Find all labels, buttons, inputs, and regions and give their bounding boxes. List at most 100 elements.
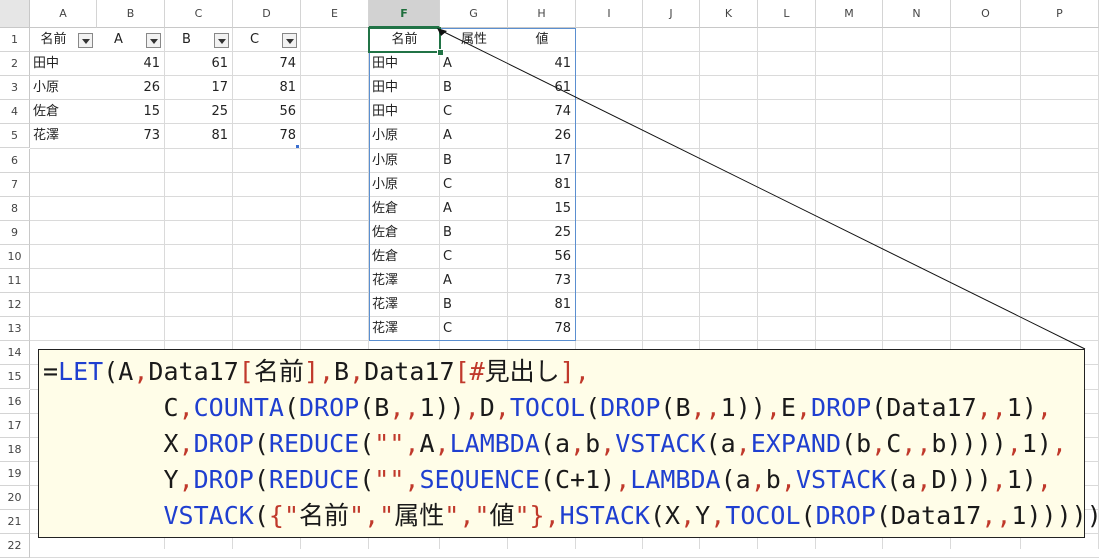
result-attr-cell[interactable]: A xyxy=(440,124,508,148)
result-value-cell[interactable]: 81 xyxy=(508,293,576,317)
select-all-corner[interactable] xyxy=(0,0,30,28)
row-header-12[interactable]: 12 xyxy=(0,293,30,318)
column-header-d[interactable]: D xyxy=(233,0,301,28)
row-header-3[interactable]: 3 xyxy=(0,76,30,101)
result-value-cell[interactable]: 41 xyxy=(508,52,576,76)
row-header-14[interactable]: 14 xyxy=(0,341,30,366)
result-value-cell[interactable]: 56 xyxy=(508,245,576,269)
filter-dropdown-icon[interactable] xyxy=(282,33,297,48)
filter-dropdown-icon[interactable] xyxy=(214,33,229,48)
result-name-cell[interactable]: 小原 xyxy=(369,124,440,148)
column-header-l[interactable]: L xyxy=(758,0,816,28)
column-header-f[interactable]: F xyxy=(369,0,440,28)
row-header-4[interactable]: 4 xyxy=(0,100,30,125)
result-value-cell[interactable]: 81 xyxy=(508,173,576,197)
row-header-15[interactable]: 15 xyxy=(0,365,30,390)
result-value-cell[interactable]: 78 xyxy=(508,317,576,341)
result-attr-cell[interactable]: B xyxy=(440,149,508,173)
result-name-cell[interactable]: 田中 xyxy=(369,52,440,76)
row-header-7[interactable]: 7 xyxy=(0,172,30,197)
active-cell-f1[interactable] xyxy=(368,27,441,54)
source-name-cell[interactable]: 田中 xyxy=(30,52,97,76)
row-header-8[interactable]: 8 xyxy=(0,196,30,221)
result-value-cell[interactable]: 73 xyxy=(508,269,576,293)
column-header-c[interactable]: C xyxy=(165,0,233,28)
result-attr-cell[interactable]: B xyxy=(440,76,508,100)
source-value-cell[interactable]: 56 xyxy=(233,100,301,124)
result-attr-cell[interactable]: A xyxy=(440,197,508,221)
column-header-n[interactable]: N xyxy=(883,0,951,28)
source-value-cell[interactable]: 73 xyxy=(97,124,165,148)
column-header-b[interactable]: B xyxy=(97,0,165,28)
row-header-20[interactable]: 20 xyxy=(0,485,30,510)
source-header-c[interactable]: C xyxy=(233,28,281,52)
result-attr-cell[interactable]: C xyxy=(440,317,508,341)
source-header-name[interactable]: 名前 xyxy=(30,28,77,52)
result-name-cell[interactable]: 花澤 xyxy=(369,293,440,317)
result-name-cell[interactable]: 花澤 xyxy=(369,269,440,293)
result-name-cell[interactable]: 佐倉 xyxy=(369,245,440,269)
result-attr-cell[interactable]: C xyxy=(440,100,508,124)
row-header-22[interactable]: 22 xyxy=(0,534,30,558)
source-name-cell[interactable]: 佐倉 xyxy=(30,100,97,124)
row-header-6[interactable]: 6 xyxy=(0,148,30,173)
column-header-m[interactable]: M xyxy=(816,0,883,28)
result-header-cell[interactable]: 値 xyxy=(508,28,576,52)
row-header-9[interactable]: 9 xyxy=(0,220,30,245)
row-header-18[interactable]: 18 xyxy=(0,437,30,462)
result-name-cell[interactable]: 田中 xyxy=(369,100,440,124)
row-header-2[interactable]: 2 xyxy=(0,52,30,77)
column-header-e[interactable]: E xyxy=(301,0,369,28)
source-value-cell[interactable]: 25 xyxy=(165,100,233,124)
source-name-cell[interactable]: 小原 xyxy=(30,76,97,100)
result-name-cell[interactable]: 佐倉 xyxy=(369,221,440,245)
source-value-cell[interactable]: 81 xyxy=(233,76,301,100)
source-header-a[interactable]: A xyxy=(97,28,145,52)
row-header-11[interactable]: 11 xyxy=(0,269,30,294)
row-header-17[interactable]: 17 xyxy=(0,413,30,438)
source-value-cell[interactable]: 78 xyxy=(233,124,301,148)
source-value-cell[interactable]: 26 xyxy=(97,76,165,100)
result-attr-cell[interactable]: B xyxy=(440,221,508,245)
result-header-cell[interactable]: 属性 xyxy=(440,28,508,52)
fill-handle[interactable] xyxy=(437,49,444,57)
source-value-cell[interactable]: 74 xyxy=(233,52,301,76)
source-header-b[interactable]: B xyxy=(165,28,213,52)
source-value-cell[interactable]: 61 xyxy=(165,52,233,76)
source-value-cell[interactable]: 41 xyxy=(97,52,165,76)
result-name-cell[interactable]: 花澤 xyxy=(369,317,440,341)
result-attr-cell[interactable]: A xyxy=(440,52,508,76)
column-header-a[interactable]: A xyxy=(30,0,97,28)
source-name-cell[interactable]: 花澤 xyxy=(30,124,97,148)
column-header-g[interactable]: G xyxy=(440,0,508,28)
column-header-k[interactable]: K xyxy=(700,0,758,28)
row-header-19[interactable]: 19 xyxy=(0,461,30,486)
result-attr-cell[interactable]: C xyxy=(440,173,508,197)
table-resize-handle[interactable] xyxy=(296,144,299,148)
result-value-cell[interactable]: 74 xyxy=(508,100,576,124)
result-attr-cell[interactable]: C xyxy=(440,245,508,269)
result-name-cell[interactable]: 小原 xyxy=(369,149,440,173)
source-value-cell[interactable]: 15 xyxy=(97,100,165,124)
result-name-cell[interactable]: 田中 xyxy=(369,76,440,100)
source-value-cell[interactable]: 17 xyxy=(165,76,233,100)
result-attr-cell[interactable]: B xyxy=(440,293,508,317)
column-header-j[interactable]: J xyxy=(643,0,700,28)
column-header-o[interactable]: O xyxy=(951,0,1021,28)
row-header-5[interactable]: 5 xyxy=(0,124,30,149)
row-header-16[interactable]: 16 xyxy=(0,389,30,414)
filter-dropdown-icon[interactable] xyxy=(78,33,93,48)
result-name-cell[interactable]: 佐倉 xyxy=(369,197,440,221)
column-header-h[interactable]: H xyxy=(508,0,576,28)
result-value-cell[interactable]: 25 xyxy=(508,221,576,245)
result-attr-cell[interactable]: A xyxy=(440,269,508,293)
result-value-cell[interactable]: 17 xyxy=(508,149,576,173)
result-value-cell[interactable]: 26 xyxy=(508,124,576,148)
result-value-cell[interactable]: 15 xyxy=(508,197,576,221)
result-name-cell[interactable]: 小原 xyxy=(369,173,440,197)
source-value-cell[interactable]: 81 xyxy=(165,124,233,148)
row-header-13[interactable]: 13 xyxy=(0,317,30,342)
row-header-21[interactable]: 21 xyxy=(0,510,30,535)
column-header-p[interactable]: P xyxy=(1021,0,1099,28)
result-value-cell[interactable]: 61 xyxy=(508,76,576,100)
